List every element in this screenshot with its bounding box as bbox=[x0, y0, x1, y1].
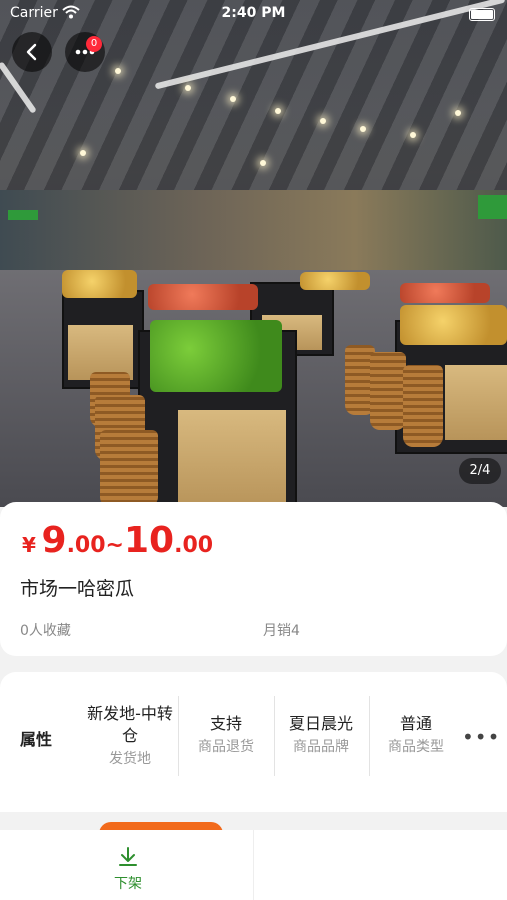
back-arrow-icon bbox=[26, 43, 37, 61]
price-low-decimal: .00 bbox=[66, 533, 106, 558]
attribute-brand: 夏日晨光 商品品牌 bbox=[277, 713, 365, 757]
price-high-decimal: .00 bbox=[174, 533, 214, 558]
image-counter: 2/4 bbox=[459, 458, 501, 484]
back-button[interactable] bbox=[12, 32, 52, 72]
image-produce bbox=[400, 305, 507, 345]
image-light bbox=[320, 118, 326, 124]
currency-symbol: ¥ bbox=[22, 533, 36, 557]
product-image[interactable] bbox=[0, 0, 507, 507]
attributes-label: 属性 bbox=[20, 730, 53, 749]
attribute-caption: 商品品牌 bbox=[293, 739, 349, 755]
notification-badge: 0 bbox=[86, 36, 102, 52]
image-produce bbox=[148, 284, 258, 310]
download-icon bbox=[119, 847, 137, 866]
image-light bbox=[410, 132, 416, 138]
image-basket bbox=[370, 352, 406, 430]
attribute-caption: 发货地 bbox=[109, 751, 151, 767]
image-produce bbox=[300, 272, 370, 290]
attribute-divider bbox=[178, 696, 179, 776]
status-bar: Carrier 2:40 PM bbox=[0, 0, 507, 28]
delist-button[interactable]: 下架 bbox=[100, 846, 156, 893]
image-light bbox=[455, 110, 461, 116]
price-separator: ~ bbox=[105, 533, 124, 558]
image-basket bbox=[403, 365, 443, 447]
attribute-value: 普通 bbox=[399, 714, 432, 733]
battery-icon bbox=[469, 8, 495, 21]
image-light bbox=[185, 85, 191, 91]
image-produce bbox=[62, 270, 137, 298]
attribute-value: 新发地-中转仓 bbox=[87, 704, 173, 745]
image-stand-front bbox=[178, 410, 286, 507]
image-stand-front bbox=[445, 365, 507, 440]
image-light bbox=[275, 108, 281, 114]
attributes-more-icon[interactable]: ••• bbox=[462, 725, 500, 749]
attribute-caption: 商品类型 bbox=[388, 739, 444, 755]
attribute-divider bbox=[274, 696, 275, 776]
image-light bbox=[360, 126, 366, 132]
image-sign bbox=[8, 210, 38, 220]
attribute-caption: 商品退货 bbox=[198, 739, 254, 755]
monthly-sales: 月销4 bbox=[263, 623, 300, 639]
status-time: 2:40 PM bbox=[221, 5, 286, 21]
delist-label: 下架 bbox=[114, 876, 142, 892]
price-low-integer: 9 bbox=[41, 520, 67, 561]
attribute-value: 夏日晨光 bbox=[288, 714, 353, 733]
image-light bbox=[80, 150, 86, 156]
image-sign bbox=[478, 195, 507, 219]
image-light bbox=[260, 160, 266, 166]
image-produce bbox=[400, 283, 490, 303]
attribute-value: 支持 bbox=[209, 714, 242, 733]
favorites-count: 0人收藏 bbox=[20, 623, 71, 639]
price-range: ¥ 9.00~10.00 bbox=[22, 520, 213, 561]
toolbar-divider bbox=[253, 830, 254, 900]
image-produce bbox=[150, 320, 282, 392]
image-wall bbox=[0, 190, 507, 270]
attribute-type: 普通 商品类型 bbox=[372, 713, 460, 757]
image-light bbox=[115, 68, 121, 74]
attribute-ship-from: 新发地-中转仓 发货地 bbox=[86, 703, 174, 769]
price-high-integer: 10 bbox=[123, 520, 175, 561]
image-ceiling bbox=[0, 0, 507, 190]
image-light bbox=[230, 96, 236, 102]
attribute-divider bbox=[369, 696, 370, 776]
image-basket bbox=[100, 430, 158, 507]
attribute-returns: 支持 商品退货 bbox=[182, 713, 270, 757]
product-title: 市场一哈密瓜 bbox=[20, 578, 135, 600]
